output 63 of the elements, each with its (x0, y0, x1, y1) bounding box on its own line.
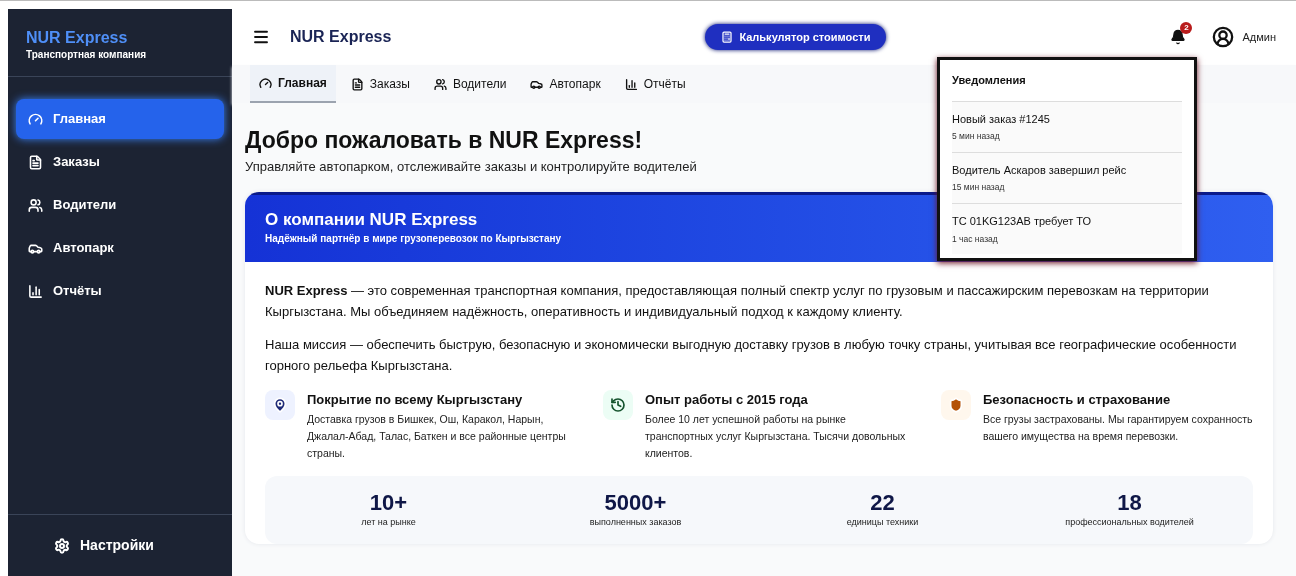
feature-text: Все грузы застрахованы. Мы гарантируем сохранность вашего имущества на время перевозки. (983, 412, 1253, 444)
stat-label: профессиональных водителей (1065, 516, 1194, 529)
about-paragraph: Наша миссия — обеспечить быструю, безопасную и экономически выгодную доставку грузов в любую точку страны, учитывая все географические особенности горного рельефа Кыргызстана. (265, 335, 1238, 375)
bell-icon[interactable] (1170, 29, 1187, 45)
nav-tab[interactable]: Главная (250, 65, 336, 103)
users-icon (28, 197, 43, 213)
stat-label: лет на рынке (361, 516, 416, 529)
bar-chart-icon (28, 283, 43, 299)
nav-tab[interactable]: Заказы (341, 65, 419, 103)
brand-tagline: Транспортная компания (26, 48, 148, 62)
user-name[interactable]: Админ (1242, 28, 1276, 46)
users-icon (433, 77, 447, 91)
notifications-title: Уведомления (952, 60, 1182, 102)
notification-text: Новый заказ #1245 (952, 111, 1051, 127)
shield-icon (941, 389, 971, 420)
gauge-icon (28, 111, 43, 127)
document-icon (350, 77, 364, 91)
notification-time: 5 мин назад (952, 130, 1001, 143)
about-title: О компании NUR Express (265, 208, 478, 231)
gauge-icon (259, 76, 272, 90)
feature-title: Покрытие по всему Кыргызстану (307, 390, 524, 409)
stat-value: 10+ (369, 490, 408, 516)
feature-text: Доставка грузов в Бишкек, Ош, Каракол, Нарын, Джалал-Абад, Талас, Баткен и все районные центры страны. (307, 412, 567, 461)
notification-time: 1 час назад (952, 232, 999, 246)
user-avatar-icon[interactable] (1212, 26, 1235, 48)
stat-value: 18 (1117, 490, 1142, 516)
nav-tab[interactable]: Водители (424, 65, 516, 103)
nav-tab[interactable]: Отчёты (615, 65, 695, 103)
sidebar-item[interactable]: Заказы (16, 142, 224, 182)
settings-link[interactable]: Настройки (54, 535, 154, 556)
notification-item[interactable]: ТС 01KG123AB требует ТО 1 час назад (952, 204, 1182, 255)
feature-text: Более 10 лет успешной работы на рынке транспортных услуг Кыргызстана. Тысячи довольных клиентов. (645, 412, 907, 461)
sidebar-item[interactable]: Автопарк (16, 228, 224, 268)
stat-label: единицы техники (846, 516, 919, 529)
notification-time: 15 мин назад (952, 181, 1006, 194)
brand-name: NUR Express (26, 29, 129, 47)
bar-chart-icon (624, 77, 638, 91)
stat-value: 22 (870, 490, 895, 516)
menu-icon[interactable] (252, 28, 270, 46)
stat-label: выполненных заказов (589, 516, 682, 529)
feature-title: Опыт работы с 2015 года (645, 390, 809, 409)
notification-item[interactable]: Новый заказ #1245 5 мин назад (952, 101, 1182, 153)
document-icon (28, 154, 43, 170)
map-pin-icon (265, 389, 295, 420)
sidebar-item[interactable]: Водители (16, 185, 224, 225)
calculator-icon (721, 31, 734, 43)
welcome-subtitle: Управляйте автопарком, отслеживайте заказы и контролируйте водителей (245, 158, 697, 176)
about-subtitle: Надёжный партнёр в мире грузоперевозок по Кыргызстану (265, 231, 562, 246)
history-icon (603, 389, 633, 420)
notification-text: ТС 01KG123AB требует ТО (952, 214, 1093, 229)
welcome-heading: Добро пожаловать в NUR Express! (245, 126, 643, 155)
feature-title: Безопасность и страхование (983, 390, 1172, 409)
nav-tab[interactable]: Автопарк (521, 65, 610, 103)
stat-value: 5000+ (604, 490, 667, 516)
settings-icon (54, 537, 70, 554)
calculator-button[interactable]: Калькулятор стоимости (705, 24, 887, 50)
sidebar-item[interactable]: Отчёты (16, 271, 224, 311)
notification-item[interactable]: Водитель Аскаров завершил рейс 15 мин назад (952, 152, 1182, 204)
notification-text: Водитель Аскаров завершил рейс (952, 162, 1128, 178)
sidebar-item[interactable]: Главная (16, 99, 224, 139)
app-title: NUR Express (290, 27, 392, 47)
about-paragraph: NUR Express — это современная транспортная компания, предоставляющая полный спектр услуг по грузовым и пассажирским перевозкам на территории Кыргызстана. Мы объединяем надёжность, оперативность и индивидуальный подход к каждому клиенту. (265, 281, 1210, 321)
notification-badge: 2 (1180, 22, 1193, 34)
